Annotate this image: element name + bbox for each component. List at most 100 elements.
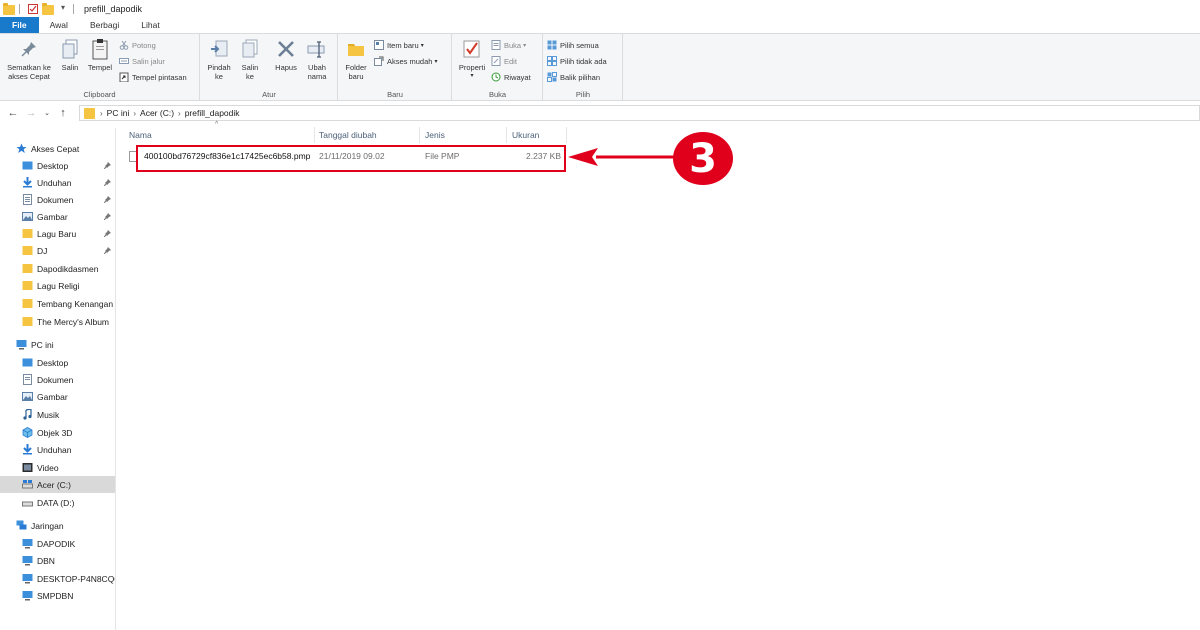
rename-label-1: Ubah: [308, 63, 326, 72]
nav-label: Dapodikdasmen: [37, 263, 99, 274]
history-button[interactable]: Riwayat: [491, 72, 531, 82]
tab-berbagi[interactable]: Berbagi: [79, 17, 130, 33]
chevron-right-icon[interactable]: ›: [133, 109, 136, 118]
select-all-button[interactable]: Pilih semua: [547, 40, 599, 50]
new-item-button[interactable]: Item baru ▾: [374, 40, 424, 50]
address-bar[interactable]: › PC ini › Acer (C:) › prefill_dapodik: [79, 105, 1200, 121]
open-label: Buka: [504, 40, 522, 50]
pin-quick-access-button[interactable]: Sematkan ke akses Cepat: [4, 38, 54, 81]
new-group-label: Baru: [387, 90, 403, 99]
nav-quick-documents[interactable]: Dokumen: [22, 191, 115, 208]
new-folder-icon[interactable]: [42, 2, 54, 15]
forward-arrow-icon[interactable]: →: [24, 107, 38, 119]
pin-icon[interactable]: [103, 195, 111, 205]
paste-shortcut-button[interactable]: Tempel pintasan: [119, 72, 187, 82]
nav-pc-downloads[interactable]: Unduhan: [22, 441, 115, 458]
column-divider[interactable]: [566, 127, 567, 143]
nav-network-computer[interactable]: DBN: [22, 552, 115, 569]
nav-quick-folder[interactable]: Lagu Religi: [22, 277, 115, 294]
tab-lihat[interactable]: Lihat: [130, 17, 170, 33]
nav-quick-folder[interactable]: DJ: [22, 242, 115, 259]
nav-pc-desktop[interactable]: Desktop: [22, 354, 115, 371]
nav-network[interactable]: Jaringan: [16, 517, 115, 534]
nav-pc-documents[interactable]: Dokumen: [22, 371, 115, 388]
select-none-button[interactable]: Pilih tidak ada: [547, 56, 607, 66]
invert-selection-button[interactable]: Balik pilihan: [547, 72, 600, 82]
column-header-name[interactable]: Nama: [129, 129, 152, 141]
nav-quick-folder[interactable]: Dapodikdasmen: [22, 260, 115, 277]
nav-label: Gambar: [37, 391, 68, 402]
open-button[interactable]: Buka ▾: [491, 40, 526, 50]
pin-icon[interactable]: [103, 178, 111, 188]
column-divider[interactable]: [419, 127, 420, 143]
delete-button[interactable]: Hapus: [272, 38, 300, 72]
nav-network-computer[interactable]: SMPDBN: [22, 587, 115, 604]
up-arrow-icon[interactable]: ↑: [56, 107, 70, 119]
nav-pc-videos[interactable]: Video: [22, 459, 115, 476]
delete-label: Hapus: [275, 63, 297, 72]
chevron-right-icon[interactable]: ›: [178, 109, 181, 118]
column-header-modified[interactable]: Tanggal diubah: [319, 129, 377, 141]
folder-icon: [22, 280, 33, 291]
tab-awal[interactable]: Awal: [39, 17, 79, 33]
nav-quick-folder[interactable]: Tembang Kenangan: [22, 295, 115, 312]
folder-icon: [345, 38, 367, 60]
pin-icon[interactable]: [103, 212, 111, 222]
nav-pc-3d-objects[interactable]: Objek 3D: [22, 424, 115, 441]
nav-pc-music[interactable]: Musik: [22, 406, 115, 423]
tab-file[interactable]: File: [0, 17, 39, 33]
breadcrumb-this-pc[interactable]: PC ini: [107, 108, 130, 118]
nav-quick-folder[interactable]: The Mercy's Album: [22, 313, 115, 330]
cut-button[interactable]: Potong: [119, 40, 156, 50]
pin-icon[interactable]: [103, 229, 111, 239]
edit-button[interactable]: Edit: [491, 56, 517, 66]
rename-icon: [306, 38, 328, 60]
document-icon: [22, 194, 33, 205]
copy-label: Salin: [61, 63, 79, 72]
nav-network-computer[interactable]: DAPODIK: [22, 535, 115, 552]
column-divider[interactable]: [506, 127, 507, 143]
column-divider[interactable]: [314, 127, 315, 143]
customize-qat-icon[interactable]: ▾: [57, 3, 69, 15]
breadcrumb-folder[interactable]: prefill_dapodik: [185, 108, 240, 118]
clipboard-group: Sematkan ke akses Cepat Salin Tempel Pot…: [0, 34, 200, 101]
picture-icon: [22, 391, 33, 402]
chevron-right-icon[interactable]: ›: [100, 109, 103, 118]
easy-access-button[interactable]: Akses mudah ▾: [374, 56, 437, 66]
recent-locations-icon[interactable]: ⌄: [40, 109, 54, 117]
easy-access-icon: [374, 56, 384, 66]
edit-icon: [491, 56, 501, 66]
breadcrumb-drive[interactable]: Acer (C:): [140, 108, 174, 118]
paste-button[interactable]: Tempel: [85, 38, 115, 72]
nav-quick-desktop[interactable]: Desktop: [22, 157, 115, 174]
nav-pc-drive-c[interactable]: Acer (C:): [0, 476, 115, 493]
nav-pc-drive-d[interactable]: DATA (D:): [22, 494, 115, 511]
nav-network-computer[interactable]: DESKTOP-P4N8CQC: [22, 570, 115, 587]
rename-button[interactable]: Ubah nama: [303, 38, 331, 81]
properties-icon[interactable]: [27, 3, 39, 15]
column-header-size[interactable]: Ukuran: [512, 129, 539, 141]
copy-to-button[interactable]: Salin ke: [236, 38, 264, 81]
nav-pc-pictures[interactable]: Gambar: [22, 388, 115, 405]
nav-quick-downloads[interactable]: Unduhan: [22, 174, 115, 191]
nav-label: DAPODIK: [37, 538, 76, 549]
star-icon: [16, 143, 27, 154]
nav-this-pc[interactable]: PC ini: [16, 336, 115, 353]
properties-button[interactable]: Properti ▾: [455, 38, 489, 81]
computer-icon: [22, 573, 33, 584]
copy-button[interactable]: Salin: [56, 38, 84, 72]
back-arrow-icon[interactable]: ←: [6, 107, 20, 119]
history-icon: [491, 72, 501, 82]
column-header-type[interactable]: Jenis: [425, 129, 445, 141]
nav-quick-pictures[interactable]: Gambar: [22, 208, 115, 225]
pin-icon[interactable]: [103, 246, 111, 256]
new-folder-button[interactable]: Folder baru: [341, 38, 371, 81]
move-to-button[interactable]: Pindah ke: [203, 38, 235, 81]
pin-icon[interactable]: [103, 161, 111, 171]
copy-path-button[interactable]: Salin jalur: [119, 56, 165, 66]
select-all-icon: [547, 40, 557, 50]
nav-quick-access[interactable]: Akses Cepat: [16, 140, 115, 157]
nav-quick-folder[interactable]: Lagu Baru: [22, 225, 115, 242]
select-group: Pilih semua Pilih tidak ada Balik piliha…: [544, 34, 623, 101]
scissors-icon: [119, 40, 129, 50]
